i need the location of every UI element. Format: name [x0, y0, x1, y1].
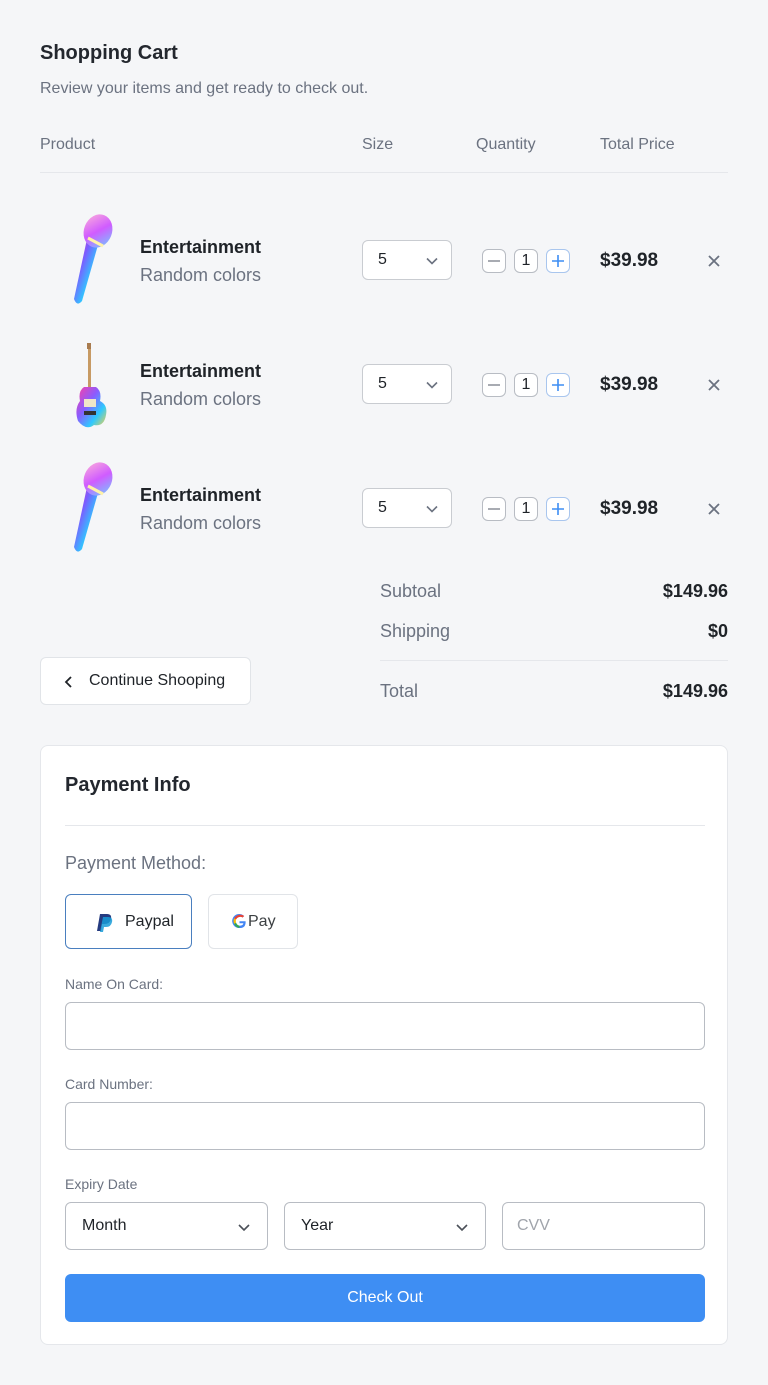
cart-item-row: Entertainment Random colors 5 1 $39.98	[40, 441, 728, 565]
chevron-down-icon	[426, 505, 438, 513]
shipping-amount: $0	[707, 621, 728, 641]
plus-icon	[552, 503, 564, 515]
row-total-price: $39.98	[600, 250, 659, 271]
row-total-price: $39.98	[600, 498, 659, 519]
page-title: Shopping Cart	[40, 42, 178, 64]
quantity-stepper: 1	[482, 373, 572, 397]
minus-icon	[488, 508, 500, 510]
decrease-quantity-button[interactable]	[482, 373, 506, 397]
card-number-label: Card Number:	[65, 1076, 153, 1092]
size-select[interactable]: 5	[362, 364, 452, 404]
increase-quantity-button[interactable]	[546, 373, 570, 397]
expiry-year-value: Year	[301, 1217, 334, 1234]
continue-shopping-button[interactable]: Continue Shooping	[40, 657, 251, 705]
increase-quantity-button[interactable]	[546, 249, 570, 273]
subtotal-amount: $149.96	[662, 581, 728, 601]
column-header-product: Product	[40, 136, 96, 153]
chevron-left-icon	[64, 676, 72, 688]
name-on-card-label: Name On Card:	[65, 976, 164, 992]
plus-icon	[552, 379, 564, 391]
minus-icon	[488, 260, 500, 262]
google-pay-method-button[interactable]: Pay	[208, 894, 298, 949]
card-number-input[interactable]	[65, 1102, 705, 1150]
chevron-down-icon	[456, 1224, 468, 1232]
name-on-card-input[interactable]	[65, 1002, 705, 1050]
product-variant: Random colors	[140, 389, 262, 409]
check-out-button[interactable]: Check Out	[65, 1274, 705, 1322]
size-value: 5	[378, 375, 387, 392]
cart-table-header: Product Size Quantity Total Price	[40, 136, 728, 173]
quantity-input[interactable]: 1	[514, 249, 538, 273]
quantity-input[interactable]: 1	[514, 497, 538, 521]
minus-icon	[488, 384, 500, 386]
size-value: 5	[378, 499, 387, 516]
size-value: 5	[378, 251, 387, 268]
column-header-size: Size	[362, 136, 394, 153]
remove-item-close-icon[interactable]	[706, 501, 722, 517]
chevron-down-icon	[426, 381, 438, 389]
payment-info-title: Payment Info	[65, 774, 191, 796]
payment-divider	[65, 825, 705, 826]
paypal-method-button[interactable]: Paypal	[65, 894, 192, 949]
chevron-down-icon	[238, 1224, 250, 1232]
decrease-quantity-button[interactable]	[482, 249, 506, 273]
quantity-input[interactable]: 1	[514, 373, 538, 397]
payment-method-label: Payment Method:	[65, 853, 207, 873]
size-select[interactable]: 5	[362, 488, 452, 528]
product-variant: Random colors	[140, 513, 262, 533]
cart-item-row: Entertainment Random colors 5 1 $39.98	[40, 317, 728, 441]
total-amount: $149.96	[662, 681, 728, 701]
remove-item-close-icon[interactable]	[706, 253, 722, 269]
expiry-month-value: Month	[82, 1217, 127, 1234]
continue-shopping-label: Continue Shooping	[89, 672, 226, 689]
quantity-stepper: 1	[482, 497, 572, 521]
page-subtitle: Review your items and get ready to check…	[40, 80, 369, 97]
shipping-label: Shipping	[380, 621, 451, 641]
product-variant: Random colors	[140, 265, 262, 285]
paypal-label: Paypal	[125, 913, 174, 930]
google-pay-label: Pay	[248, 913, 276, 930]
cvv-input[interactable]	[502, 1202, 705, 1250]
summary-divider	[380, 660, 728, 661]
chevron-down-icon	[426, 257, 438, 265]
total-label: Total	[380, 681, 419, 701]
row-total-price: $39.98	[600, 374, 659, 395]
cart-item-row: Entertainment Random colors 5 1 $39.98	[40, 193, 728, 317]
paypal-icon	[97, 914, 113, 932]
microphone-product-image	[74, 214, 113, 304]
product-name: Entertainment	[140, 485, 262, 505]
product-name: Entertainment	[140, 361, 262, 381]
quantity-stepper: 1	[482, 249, 572, 273]
column-header-total-price: Total Price	[600, 136, 675, 153]
guitar-product-image	[76, 343, 107, 428]
expiry-year-select[interactable]: Year	[284, 1202, 486, 1250]
google-icon	[232, 913, 246, 929]
remove-item-close-icon[interactable]	[706, 377, 722, 393]
increase-quantity-button[interactable]	[546, 497, 570, 521]
size-select[interactable]: 5	[362, 240, 452, 280]
expiry-month-select[interactable]: Month	[65, 1202, 268, 1250]
subtotal-label: Subtoal	[380, 581, 442, 601]
payment-info-card: Payment Info Payment Method: Paypal Pay …	[40, 745, 728, 1345]
column-header-quantity: Quantity	[476, 136, 536, 153]
expiry-date-label: Expiry Date	[65, 1176, 138, 1192]
microphone-product-image	[74, 462, 113, 552]
plus-icon	[552, 255, 564, 267]
decrease-quantity-button[interactable]	[482, 497, 506, 521]
product-name: Entertainment	[140, 237, 262, 257]
